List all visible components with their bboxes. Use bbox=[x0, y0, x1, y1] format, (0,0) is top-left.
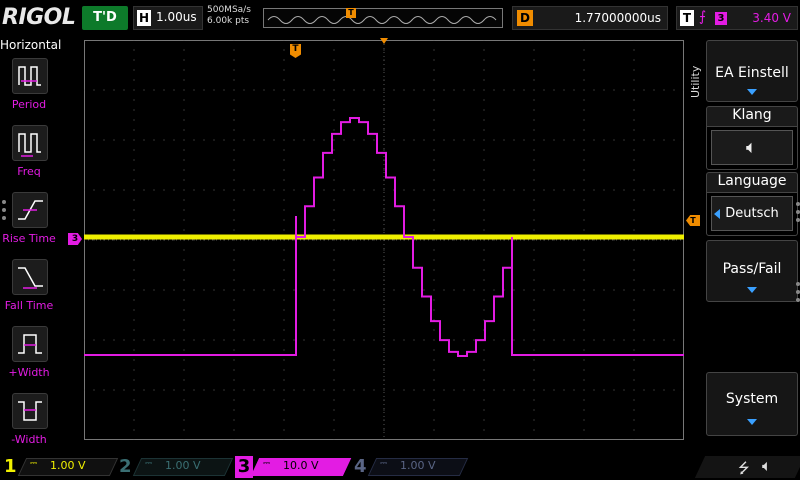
dc-coupling-icon: ⎓ bbox=[30, 459, 38, 469]
channel-3-scale: 10.0 V bbox=[283, 459, 319, 472]
usb-icon: ⭍ bbox=[738, 461, 750, 477]
measure-positive-width[interactable]: +Width bbox=[0, 326, 58, 392]
dc-coupling-icon: ⎓ bbox=[263, 459, 271, 469]
channel-1-number: 1 bbox=[4, 456, 17, 477]
freq-icon bbox=[12, 125, 48, 161]
top-status-bar: RIGOL T'D H 1.00us 500MSa/s 6.00k pts T … bbox=[0, 0, 800, 36]
language-value: Deutsch bbox=[725, 206, 779, 221]
horizontal-timebase[interactable]: H 1.00us bbox=[133, 6, 203, 30]
channel-3-status[interactable]: 3 ⎓ 10.0 V bbox=[233, 456, 352, 478]
measure-positive-width-label: +Width bbox=[8, 366, 50, 379]
dc-coupling-icon: ⎓ bbox=[145, 459, 153, 469]
scroll-dot bbox=[2, 200, 6, 204]
utility-menu: Utility EA Einstell Klang 🔈︎ Language De… bbox=[686, 38, 800, 452]
delay-value: 1.77000000us bbox=[574, 11, 661, 25]
language-select[interactable]: Deutsch bbox=[706, 192, 798, 236]
measure-negative-width[interactable]: -Width bbox=[0, 393, 58, 459]
timebase-label: H bbox=[137, 10, 151, 26]
measure-period-label: Period bbox=[11, 98, 47, 111]
system-button[interactable]: System bbox=[706, 372, 798, 436]
rise-time-icon bbox=[12, 192, 48, 228]
measure-freq[interactable]: Freq bbox=[0, 125, 58, 191]
scroll-dot bbox=[796, 290, 800, 294]
fall-time-icon bbox=[12, 259, 48, 295]
speaker-icon: 🔈︎ bbox=[762, 456, 772, 475]
channel-1-scale: 1.00 V bbox=[50, 459, 86, 472]
measure-rise-time[interactable]: Rise Time bbox=[0, 192, 58, 258]
trigger-source: 3 bbox=[715, 12, 727, 25]
chevron-down-icon bbox=[747, 419, 757, 425]
channel-3-number: 3 bbox=[235, 456, 253, 478]
scroll-dot bbox=[796, 282, 800, 286]
trigger-level: 3.40 V bbox=[752, 11, 791, 25]
delay-label: D bbox=[517, 10, 533, 26]
channel-status-bar: 1 ⎓ 1.00 V 2 ⎓ 1.00 V 3 ⎓ 10.0 V 4 ⎓ 1.0… bbox=[0, 454, 800, 480]
sound-toggle-button[interactable]: 🔈︎ bbox=[706, 126, 798, 170]
trigger-settings[interactable]: T ⨍ 3 3.40 V bbox=[676, 6, 798, 30]
measure-fall-time[interactable]: Fall Time bbox=[0, 259, 58, 325]
language-title: Language bbox=[706, 172, 798, 192]
dc-coupling-icon: ⎓ bbox=[380, 459, 388, 469]
scroll-dot bbox=[796, 202, 800, 206]
sound-title: Klang bbox=[706, 106, 798, 126]
timebase-value: 1.00us bbox=[156, 10, 197, 24]
waveform-traces bbox=[84, 117, 684, 357]
channel-2-status[interactable]: 2 ⎓ 1.00 V bbox=[115, 456, 234, 478]
chevron-down-icon bbox=[747, 89, 757, 95]
sidebar-title: Horizontal bbox=[0, 38, 62, 52]
channel-4-scale: 1.00 V bbox=[400, 459, 436, 472]
scroll-dot bbox=[2, 208, 6, 212]
rising-edge-icon: ⨍ bbox=[699, 9, 707, 25]
system-label: System bbox=[725, 391, 779, 407]
period-icon bbox=[12, 58, 48, 94]
memory-overview-waveform bbox=[267, 9, 497, 24]
measurement-sidebar: Horizontal Period Freq Rise Time Fall Ti… bbox=[0, 38, 62, 452]
brand-logo: RIGOL bbox=[2, 5, 76, 30]
speaker-icon: 🔈︎ bbox=[746, 137, 757, 158]
negative-width-icon bbox=[12, 393, 48, 429]
pass-fail-label: Pass/Fail bbox=[722, 261, 782, 277]
measure-period[interactable]: Period bbox=[0, 58, 58, 124]
channel-1-status[interactable]: 1 ⎓ 1.00 V bbox=[0, 456, 119, 478]
channel-2-number: 2 bbox=[119, 456, 132, 477]
channel-4-number: 4 bbox=[354, 456, 367, 477]
io-setting-label: EA Einstell bbox=[715, 65, 789, 81]
scroll-dot bbox=[796, 298, 800, 302]
channel-3-offset-marker[interactable]: 3 bbox=[68, 233, 82, 245]
channel-4-status[interactable]: 4 ⎓ 1.00 V bbox=[350, 456, 469, 478]
channel-2-scale: 1.00 V bbox=[165, 459, 201, 472]
measure-negative-width-label: -Width bbox=[11, 433, 47, 446]
center-marker-icon bbox=[380, 38, 388, 44]
acquisition-info: 500MSa/s 6.00k pts bbox=[207, 5, 251, 27]
pass-fail-button[interactable]: Pass/Fail bbox=[706, 240, 798, 302]
trigger-label: T bbox=[680, 10, 694, 26]
memory-overview-bar: T bbox=[263, 8, 503, 28]
waveform-display[interactable] bbox=[84, 40, 684, 440]
sample-rate: 500MSa/s bbox=[207, 5, 251, 15]
memory-depth: 6.00k pts bbox=[207, 16, 250, 26]
scroll-dot bbox=[796, 218, 800, 222]
measure-fall-time-label: Fall Time bbox=[4, 299, 54, 312]
horizontal-delay[interactable]: D 1.77000000us bbox=[512, 6, 668, 30]
chevron-down-icon bbox=[747, 287, 757, 293]
scroll-dot bbox=[796, 210, 800, 214]
positive-width-icon bbox=[12, 326, 48, 362]
measure-rise-time-label: Rise Time bbox=[2, 232, 56, 245]
trigger-status-badge: T'D bbox=[82, 6, 128, 30]
scroll-dot bbox=[2, 216, 6, 220]
io-setting-button[interactable]: EA Einstell bbox=[706, 40, 798, 102]
utility-menu-tab[interactable]: Utility bbox=[686, 38, 704, 132]
memory-trigger-marker: T bbox=[346, 8, 356, 18]
measure-freq-label: Freq bbox=[17, 165, 41, 178]
utility-tab-label: Utility bbox=[689, 65, 702, 98]
